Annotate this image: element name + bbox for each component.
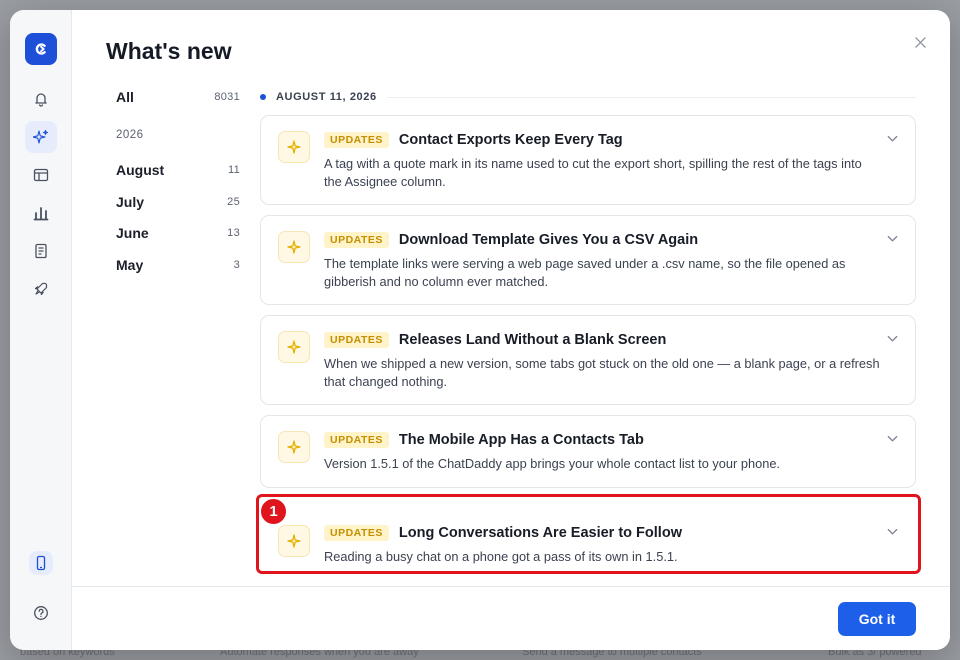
date-header: AUGUST 11, 2026: [260, 88, 916, 106]
help-icon: [34, 606, 48, 620]
annotation-marker: 1: [259, 497, 288, 526]
updates-badge: UPDATES: [324, 525, 389, 541]
filter-count: 8031: [214, 91, 240, 103]
updates-badge: UPDATES: [324, 232, 389, 248]
card-title: Contact Exports Keep Every Tag: [398, 132, 623, 148]
filter-count: 3: [233, 259, 240, 271]
update-icon-box: [278, 331, 310, 363]
rail-help-button[interactable]: [29, 601, 53, 625]
card-title: The Mobile App Has a Contacts Tab: [398, 432, 644, 448]
filter-august[interactable]: August 11: [116, 162, 240, 178]
updates-badge: UPDATES: [324, 432, 389, 448]
sparkle-icon: [287, 440, 301, 454]
filter-label: All: [116, 89, 134, 105]
expand-button[interactable]: [886, 525, 899, 543]
filter-label: June: [116, 225, 149, 241]
close-button[interactable]: [908, 30, 932, 54]
filter-label: July: [116, 194, 145, 210]
update-card[interactable]: UPDATES Download Template Gives You a CS…: [260, 215, 916, 305]
chevron-down-icon: [887, 435, 898, 442]
bell-icon: [35, 93, 47, 107]
chevron-down-icon: [887, 235, 898, 242]
update-icon-box: [278, 231, 310, 263]
divider: [386, 96, 916, 98]
sparkle-icon: [33, 129, 49, 144]
sparkle-icon: [287, 340, 301, 354]
sparkle-icon: [287, 534, 301, 548]
date-label: AUGUST 11, 2026: [276, 91, 377, 103]
close-icon: [914, 36, 926, 48]
date-dot: [260, 94, 266, 100]
update-icon-box: [278, 131, 310, 163]
update-card[interactable]: UPDATES Releases Land Without a Blank Sc…: [260, 315, 916, 405]
card-header: UPDATES Contact Exports Keep Every Tag: [324, 132, 623, 148]
card-header: UPDATES Download Template Gives You a CS…: [324, 232, 698, 248]
card-description: The template links were serving a web pa…: [324, 256, 846, 289]
filter-label: August: [116, 162, 165, 178]
whats-new-modal: What's new All 8031 2026 August 11 July …: [10, 10, 950, 650]
card-title: Download Template Gives You a CSV Again: [398, 232, 699, 248]
got-it-button[interactable]: Got it: [838, 602, 916, 636]
filter-count: 13: [227, 227, 240, 239]
expand-button[interactable]: [886, 332, 899, 350]
card-description: Reading a busy chat on a phone got a pas…: [324, 549, 678, 564]
sparkle-icon: [287, 140, 301, 154]
rocket-icon: [34, 282, 48, 296]
filter-count: 11: [227, 164, 240, 176]
rail-launch-button[interactable]: [25, 273, 57, 305]
update-card[interactable]: UPDATES Long Conversations Are Easier to…: [260, 508, 916, 578]
rail-whats-new-button[interactable]: [25, 121, 57, 153]
filter-all[interactable]: All 8031: [116, 89, 240, 105]
modal-footer: Got it: [72, 586, 950, 650]
chevron-down-icon: [887, 135, 898, 142]
filter-june[interactable]: June 13: [116, 225, 240, 241]
rail-inbox-button[interactable]: [25, 159, 57, 191]
sparkle-icon: [287, 240, 301, 254]
app-logo[interactable]: [25, 33, 57, 65]
update-icon-box: [278, 431, 310, 463]
bar-chart-icon: [33, 207, 49, 221]
card-description: Version 1.5.1 of the ChatDaddy app bring…: [324, 456, 780, 471]
card-description: A tag with a quote mark in its name used…: [324, 156, 862, 189]
rail-analytics-button[interactable]: [25, 197, 57, 229]
phone-icon: [36, 555, 46, 571]
update-card[interactable]: UPDATES Contact Exports Keep Every Tag A…: [260, 115, 916, 205]
chatdaddy-logo-icon: [35, 43, 46, 55]
chevron-down-icon: [887, 528, 898, 535]
update-card[interactable]: UPDATES The Mobile App Has a Contacts Ta…: [260, 415, 916, 488]
card-title: Long Conversations Are Easier to Follow: [398, 525, 682, 541]
update-icon-box: [278, 525, 310, 557]
card-header: UPDATES The Mobile App Has a Contacts Ta…: [324, 432, 644, 448]
year-label: 2026: [116, 129, 144, 141]
card-description: When we shipped a new version, some tabs…: [324, 356, 880, 389]
filter-count: 25: [227, 196, 240, 208]
rail-documents-button[interactable]: [25, 235, 57, 267]
document-icon: [35, 243, 47, 259]
filter-july[interactable]: July 25: [116, 194, 240, 210]
left-rail: [10, 10, 72, 650]
filter-may[interactable]: May 3: [116, 257, 240, 273]
table-icon: [33, 168, 49, 182]
card-header: UPDATES Long Conversations Are Easier to…: [324, 525, 682, 541]
updates-badge: UPDATES: [324, 132, 389, 148]
rail-notifications-button[interactable]: [25, 83, 57, 115]
updates-badge: UPDATES: [324, 332, 389, 348]
card-title: Releases Land Without a Blank Screen: [398, 332, 667, 348]
updates-feed[interactable]: AUGUST 11, 2026 UPDATES Contact Exports …: [260, 82, 926, 586]
chevron-down-icon: [887, 335, 898, 342]
card-header: UPDATES Releases Land Without a Blank Sc…: [324, 332, 666, 348]
expand-button[interactable]: [886, 432, 899, 450]
expand-button[interactable]: [886, 232, 899, 250]
rail-mobile-button[interactable]: [29, 551, 53, 575]
modal-title: What's new: [106, 38, 232, 64]
expand-button[interactable]: [886, 132, 899, 150]
filter-label: May: [116, 257, 144, 273]
